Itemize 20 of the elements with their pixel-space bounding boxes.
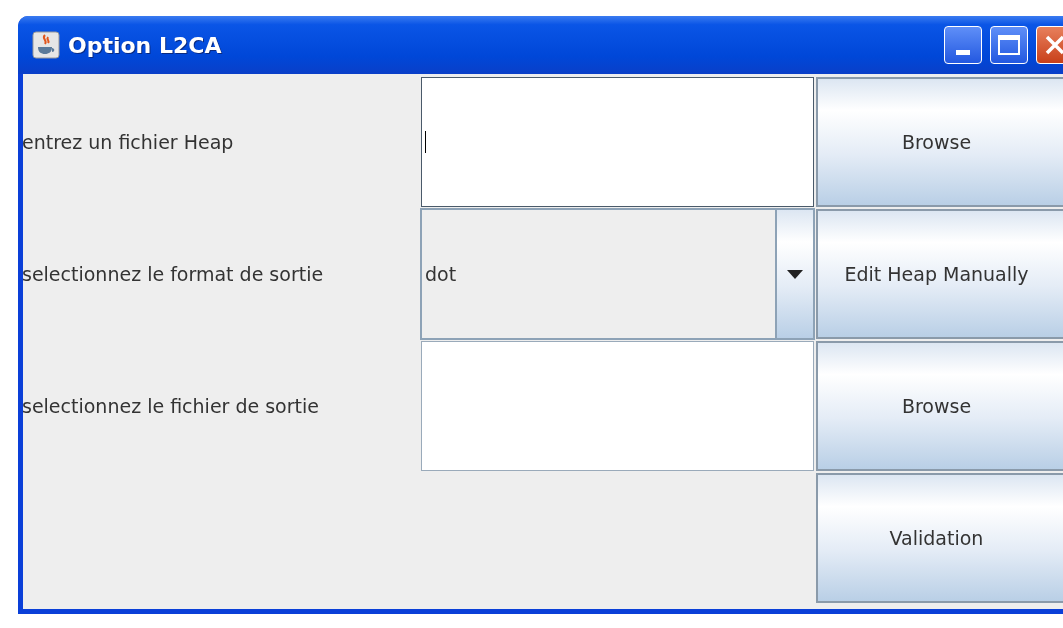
text-cursor [425,131,426,153]
close-button[interactable] [1036,26,1063,64]
field-label: selectionnez le format de sortie [22,264,324,284]
action-button[interactable]: Browse [816,341,1063,471]
format-dropdown[interactable]: dot [420,208,815,340]
minimize-button[interactable] [944,26,982,64]
field-label: entrez un fichier Heap [22,132,234,152]
window-title: Option L2CA [68,31,222,60]
action-button[interactable]: Browse [816,77,1063,207]
action-button[interactable]: Edit Heap Manually [816,209,1063,339]
text-field[interactable] [421,341,814,471]
close-icon [1045,35,1063,55]
coffee-cup-icon [32,31,60,59]
maximize-button[interactable] [990,26,1028,64]
maximize-icon [998,35,1020,55]
dropdown-arrow-icon [787,269,803,279]
field-label: selectionnez le fichier de sortie [22,396,319,416]
minimize-icon [956,50,970,55]
action-button[interactable]: Validation [816,473,1063,603]
text-field[interactable] [421,77,814,207]
